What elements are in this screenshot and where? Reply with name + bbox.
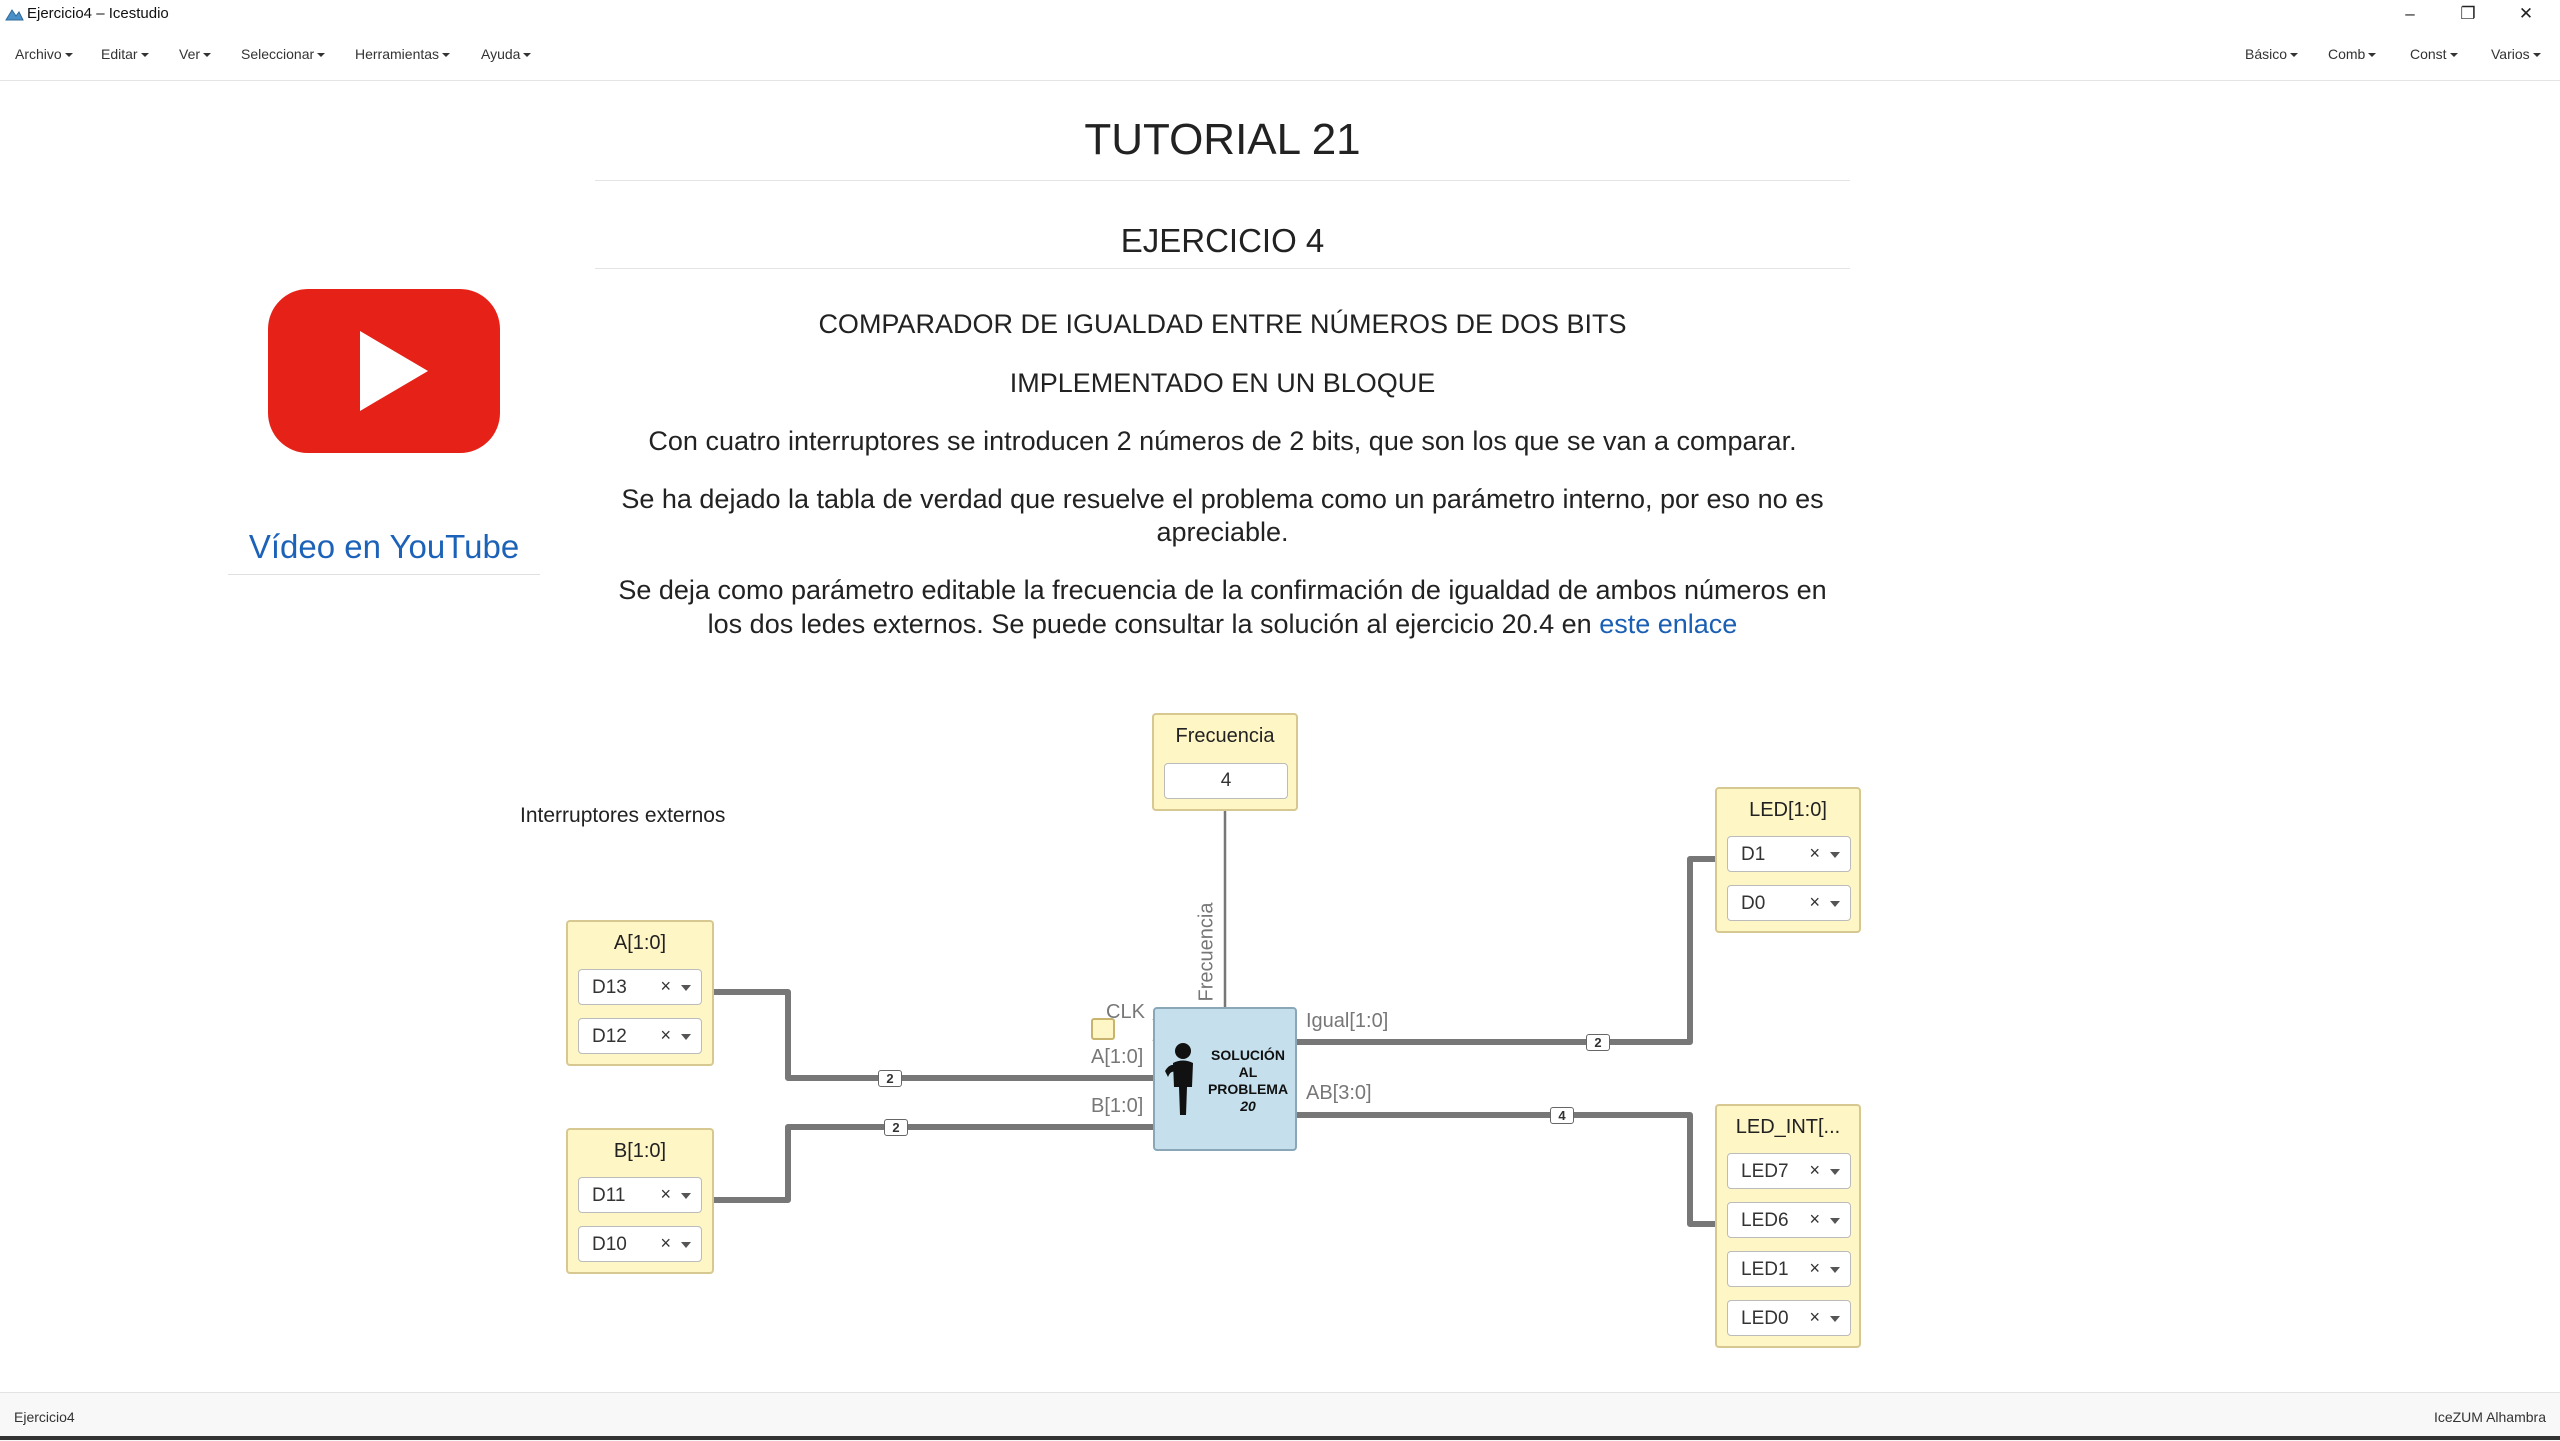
pin-select[interactable]: LED7 × (1727, 1153, 1851, 1189)
solver-label-line: AL (1238, 1064, 1258, 1080)
pin-value: D12 (592, 1026, 627, 1047)
block-title: B[1:0] (613, 1140, 667, 1162)
port-label-ab: AB[3:0] (1306, 1082, 1372, 1104)
pin-value: LED6 (1741, 1210, 1789, 1231)
pin-value: LED0 (1741, 1308, 1789, 1329)
constant-block-frecuencia[interactable]: Frecuencia 4 (1152, 713, 1298, 811)
clear-icon[interactable]: × (660, 976, 671, 997)
port-label-clk: CLK (1106, 1001, 1145, 1023)
clear-icon[interactable]: × (660, 1233, 671, 1254)
pin-value: D13 (592, 977, 627, 998)
port-label-a: A[1:0] (1091, 1046, 1144, 1068)
clear-icon[interactable]: × (1809, 1160, 1820, 1181)
bus-width-badge-b: 2 (884, 1119, 908, 1136)
pin-value: D10 (592, 1234, 627, 1255)
pin-value: D1 (1741, 844, 1766, 865)
wire-a-bus[interactable] (713, 989, 1153, 1081)
chevron-down-icon[interactable] (681, 1242, 691, 1248)
pin-value: LED1 (1741, 1259, 1789, 1280)
pin-select[interactable]: D12 × (578, 1018, 702, 1054)
block-title: LED_INT[... (1735, 1116, 1841, 1138)
chevron-down-icon[interactable] (1830, 901, 1840, 907)
frecuencia-value-field[interactable]: 4 (1164, 763, 1288, 799)
bus-width-badge-a: 2 (878, 1070, 902, 1087)
chevron-down-icon[interactable] (1830, 1316, 1840, 1322)
clear-icon[interactable]: × (1809, 892, 1820, 913)
clear-icon[interactable]: × (1809, 843, 1820, 864)
pin-select[interactable]: LED0 × (1727, 1300, 1851, 1336)
wire-label-frecuencia: Frecuencia (1195, 902, 1218, 1002)
wire-b-bus[interactable] (713, 1124, 1153, 1203)
chevron-down-icon[interactable] (1830, 1218, 1840, 1224)
circuit-comment: Interruptores externos (520, 804, 726, 827)
port-label-b: B[1:0] (1091, 1095, 1144, 1117)
window-bottom-edge (0, 1436, 2560, 1440)
chevron-down-icon[interactable] (681, 985, 691, 991)
block-title: A[1:0] (613, 932, 667, 954)
status-project-name: Ejercicio4 (14, 1409, 75, 1425)
status-bar: Ejercicio4 IceZUM Alhambra (0, 1392, 2560, 1441)
chevron-down-icon[interactable] (681, 1034, 691, 1040)
input-block-b[interactable]: B[1:0] D11 × D10 × (566, 1128, 714, 1274)
block-title: Frecuencia (1175, 725, 1275, 747)
chevron-down-icon[interactable] (681, 1193, 691, 1199)
solver-sub-block[interactable]: SOLUCIÓN AL PROBLEMA 20 (1153, 1007, 1297, 1151)
clear-icon[interactable]: × (660, 1184, 671, 1205)
pin-select[interactable]: D11 × (578, 1177, 702, 1213)
bus-width-badge-led-int: 4 (1550, 1107, 1574, 1124)
clear-icon[interactable]: × (1809, 1258, 1820, 1279)
pin-value: D11 (592, 1185, 626, 1206)
icon-head (1175, 1043, 1191, 1059)
chevron-down-icon[interactable] (1830, 1267, 1840, 1273)
output-block-led[interactable]: LED[1:0] D1 × D0 × (1715, 787, 1861, 933)
clear-icon[interactable]: × (1809, 1307, 1820, 1328)
port-label-igual: Igual[1:0] (1306, 1010, 1389, 1032)
solver-label: SOLUCIÓN AL PROBLEMA 20 (1203, 1047, 1293, 1115)
pin-select[interactable]: D13 × (578, 969, 702, 1005)
chevron-down-icon[interactable] (1830, 1169, 1840, 1175)
status-board-name[interactable]: IceZUM Alhambra (2434, 1409, 2546, 1425)
clear-icon[interactable]: × (660, 1025, 671, 1046)
pin-select[interactable]: D0 × (1727, 885, 1851, 921)
block-title: LED[1:0] (1749, 799, 1827, 821)
solver-label-number: 20 (1240, 1098, 1256, 1114)
solver-label-line: SOLUCIÓN (1211, 1047, 1285, 1063)
output-block-led-int[interactable]: LED_INT[... LED7 × LED6 × LED1 × LED0 × (1715, 1104, 1861, 1348)
chevron-down-icon[interactable] (1830, 852, 1840, 858)
pin-select[interactable]: D1 × (1727, 836, 1851, 872)
person-thinking-icon (1165, 1043, 1193, 1115)
clear-icon[interactable]: × (1809, 1209, 1820, 1230)
pin-value: LED7 (1741, 1161, 1789, 1182)
solver-label-line: PROBLEMA (1207, 1081, 1289, 1097)
pin-select[interactable]: LED1 × (1727, 1251, 1851, 1287)
bus-width-badge-led: 2 (1586, 1034, 1610, 1051)
pin-value: D0 (1741, 893, 1766, 914)
pin-select[interactable]: D10 × (578, 1226, 702, 1262)
pin-select[interactable]: LED6 × (1727, 1202, 1851, 1238)
wire-ab-bus[interactable] (1297, 1112, 1716, 1227)
input-block-a[interactable]: A[1:0] D13 × D12 × (566, 920, 714, 1066)
